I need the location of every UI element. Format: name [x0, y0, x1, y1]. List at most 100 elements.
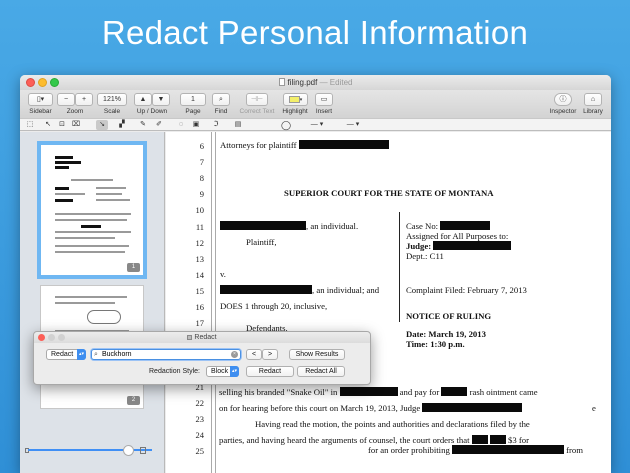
lock-icon: [187, 335, 193, 340]
signature-icon[interactable]: ℑ: [210, 120, 222, 130]
close-button[interactable]: [26, 78, 35, 87]
sidebar-icon: ▯▾: [36, 96, 45, 103]
redaction-block: [440, 221, 491, 230]
note-icon[interactable]: ✐: [153, 120, 165, 130]
line-number: 14: [195, 270, 205, 280]
show-results-button[interactable]: Show Results: [289, 349, 345, 360]
markup-icon[interactable]: ✎: [137, 120, 149, 130]
assigned-line: Assigned for All Purposes to:: [406, 231, 509, 241]
doc-line-15: , an individual; and: [220, 285, 379, 295]
popup-arrows-icon: ▴▾: [230, 366, 239, 377]
insert-button[interactable]: ▭: [315, 93, 333, 106]
dialog-zoom-button[interactable]: [58, 334, 65, 341]
correct-text-icon: ⊣⊢: [250, 96, 264, 103]
redact-area-icon[interactable]: ▞: [116, 120, 128, 130]
redaction-block: [471, 435, 488, 444]
sidebar-toggle-button[interactable]: ▯▾: [28, 93, 53, 106]
hero-title: Redact Personal Information: [101, 14, 529, 51]
line-number: 24: [195, 430, 205, 440]
dialog-title-bar: Redact: [34, 332, 370, 343]
mode-value: Redact: [51, 351, 74, 358]
large-thumbnails-icon: [140, 447, 146, 454]
redaction-style-popup[interactable]: Block ▴▾: [206, 366, 239, 377]
notice-heading: NOTICE OF RULING: [406, 311, 492, 321]
find-button[interactable]: ⌕: [212, 93, 230, 106]
text-select-icon[interactable]: ⊡: [56, 120, 68, 130]
library-icon: ⌂: [590, 96, 596, 103]
redact-tool-icon[interactable]: ↘: [96, 120, 108, 130]
mode-popup[interactable]: Redact ▴▾: [46, 349, 86, 360]
redact-all-button[interactable]: Redact All: [297, 366, 345, 377]
insert-label: Insert: [315, 108, 333, 115]
doc-line-24: Having read the motion, the points and a…: [255, 419, 530, 429]
zoom-in-button[interactable]: +: [75, 93, 93, 106]
form-icon[interactable]: ▤: [232, 120, 244, 130]
page-field[interactable]: 1: [180, 93, 206, 106]
hearing-time: Time: 1:30 p.m.: [406, 339, 465, 349]
dialog-close-button[interactable]: [38, 334, 45, 341]
rect-select-icon[interactable]: ⬚: [24, 120, 36, 130]
doc-line-22: on for hearing before this court on Marc…: [219, 403, 523, 413]
next-result-button[interactable]: >: [262, 349, 278, 360]
line-number: 23: [195, 414, 205, 424]
line-style-icon[interactable]: — ▾: [302, 120, 332, 130]
hearing-date: Date: March 19, 2013: [406, 329, 486, 339]
doc-line-11: , an individual.: [220, 221, 358, 231]
redact-button[interactable]: Redact: [246, 366, 294, 377]
line-number: 22: [195, 398, 205, 408]
speech-bubble-icon[interactable]: ◌: [175, 120, 187, 130]
search-value: Buckhorn: [102, 351, 132, 358]
dialog-minimize-button[interactable]: [48, 334, 55, 341]
zoom-button[interactable]: [50, 78, 59, 87]
doc-line-25: parties, and having heard the arguments …: [219, 435, 530, 445]
pointer-icon[interactable]: ↖: [42, 120, 54, 130]
page-up-button[interactable]: ▲: [134, 93, 152, 106]
inspector-label: Inspector: [549, 108, 577, 115]
line-number: 8: [199, 173, 204, 183]
page-thumbnail-1[interactable]: 1: [37, 141, 147, 279]
library-label: Library: [583, 108, 603, 115]
redaction-block: [451, 445, 564, 454]
redaction-block: [220, 221, 306, 230]
highlight-button[interactable]: ▾: [283, 93, 308, 106]
page-down-button[interactable]: ▼: [152, 93, 170, 106]
page-number-badge: 2: [127, 396, 140, 405]
stroke-color-icon[interactable]: ◯: [280, 120, 292, 130]
lasso-icon[interactable]: ⌧: [70, 120, 82, 130]
redaction-block: [422, 403, 523, 412]
does-line: DOES 1 through 20, inclusive,: [220, 301, 328, 311]
thumbnail-sidebar: 1 2: [20, 132, 165, 473]
zoom-out-button[interactable]: −: [57, 93, 75, 106]
correct-text-button[interactable]: ⊣⊢: [246, 93, 268, 106]
text-box-icon[interactable]: ▣: [190, 120, 202, 130]
slider-knob[interactable]: [123, 445, 134, 456]
arrow-style-icon[interactable]: — ▾: [342, 120, 364, 130]
edit-toolbar: ⬚ ↖ ⊡ ⌧ ↘ ▞ ✎ ✐ ◌ ▣ ℑ ▤ ◯ — ▾ — ▾: [20, 118, 611, 131]
versus-label: v.: [220, 269, 226, 279]
line-number: 25: [195, 446, 205, 456]
library-button[interactable]: ⌂: [584, 93, 602, 106]
line-number: 10: [195, 205, 205, 215]
dept-line: Dept.: C11: [406, 251, 444, 261]
clear-icon[interactable]: ×: [231, 351, 238, 358]
inspector-button[interactable]: ⓘ: [554, 93, 572, 106]
redaction-block: [220, 285, 312, 294]
highlight-swatch-icon: [288, 96, 300, 103]
signature-scribble-icon: [87, 310, 121, 324]
page-down-icon: ▼: [157, 96, 165, 103]
line-number: 17: [195, 318, 205, 328]
popup-arrows-icon: ▴▾: [77, 349, 86, 360]
highlight-label: Highlight: [282, 108, 308, 115]
minimize-button[interactable]: [38, 78, 47, 87]
scale-field[interactable]: 121%: [97, 93, 127, 106]
search-input[interactable]: ⌕ Buckhorn ×: [91, 349, 241, 360]
case-no-line: Case No:: [406, 221, 491, 231]
line-number: 13: [195, 254, 205, 264]
previous-result-button[interactable]: <: [246, 349, 262, 360]
toolbar: ▯▾ Sidebar − + Zoom 121% Scale ▲ ▼ Up / …: [20, 90, 611, 118]
redaction-block: [489, 435, 506, 444]
up-down-label: Up / Down: [136, 108, 168, 115]
line-number: 15: [195, 286, 205, 296]
line-number: 11: [195, 222, 204, 232]
magnifier-icon: ⌕: [219, 96, 223, 103]
